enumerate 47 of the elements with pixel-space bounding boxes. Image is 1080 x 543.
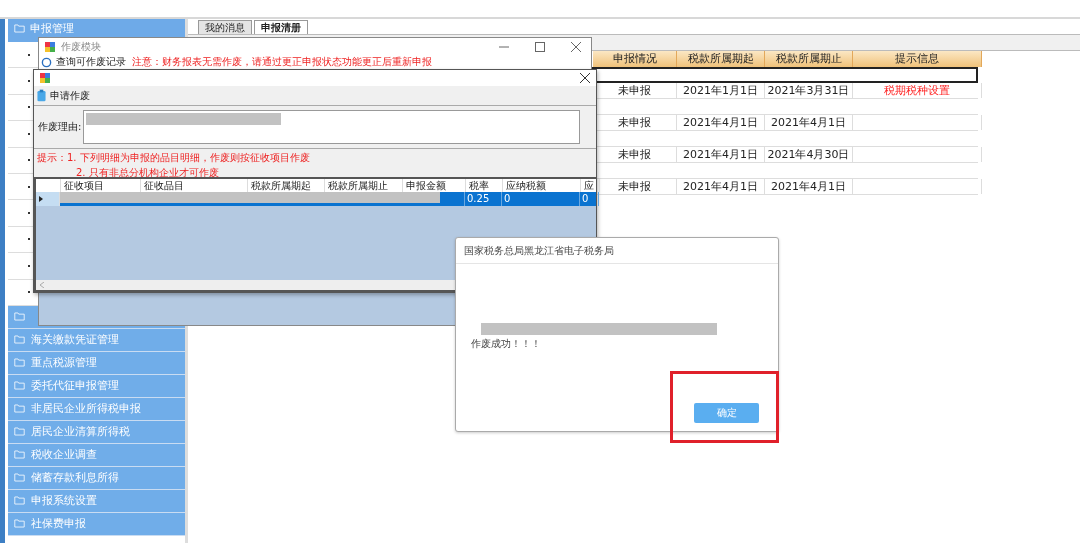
folder-icon xyxy=(14,404,25,414)
table-cell: 2021年4月1日 xyxy=(765,179,853,194)
tab[interactable]: 申报清册 xyxy=(254,20,308,34)
table-cell: 2021年4月1日 xyxy=(677,179,765,194)
folder-icon xyxy=(14,381,25,391)
table-cell: 0 xyxy=(502,192,580,206)
row-marker-icon xyxy=(39,196,43,202)
table-cell: 2021年4月1日 xyxy=(677,115,765,130)
settings-link[interactable]: 税期税种设置 xyxy=(884,84,950,97)
folder-icon xyxy=(14,335,25,345)
apply-button[interactable]: 申请作废 xyxy=(50,88,90,103)
folder-icon xyxy=(14,450,25,460)
column-header[interactable]: 申报情况 xyxy=(593,51,677,67)
table-cell: 2021年4月1日 xyxy=(677,147,765,162)
table-cell: 2021年1月1日 xyxy=(677,83,765,98)
column-header[interactable]: 税款所属期起 xyxy=(677,51,765,67)
folder-icon xyxy=(14,519,25,529)
column-header[interactable]: 税款所属期止 xyxy=(765,51,853,67)
table-cell: 2021年4月30日 xyxy=(765,147,853,162)
hint-text: 2. 只有非总分机构企业才可作废 xyxy=(75,166,220,180)
folder-icon xyxy=(14,358,25,368)
hint-label: 提示： xyxy=(37,151,67,165)
grid-row[interactable]: 0.25 0 0 xyxy=(36,192,596,206)
app-icon xyxy=(45,41,55,52)
clipboard-icon xyxy=(37,89,46,102)
table-cell: 0 xyxy=(580,192,599,206)
dialog-title: 国家税务总局黑龙江省电子税务局 xyxy=(456,238,778,264)
column-header[interactable]: 提示信息 xyxy=(853,51,982,67)
table-cell: 2021年4月1日 xyxy=(765,115,853,130)
folder-icon xyxy=(14,24,25,33)
window-title: 作废模块 xyxy=(61,39,102,54)
search-icon xyxy=(41,56,52,68)
notice-text: 注意：财务报表无需作废，请通过更正申报状态功能更正后重新申报 xyxy=(132,55,432,69)
reason-label: 作废理由: xyxy=(38,120,82,134)
reason-field[interactable] xyxy=(83,110,581,144)
app-icon xyxy=(40,73,50,83)
folder-icon xyxy=(14,312,25,322)
table-cell: 0.25 xyxy=(465,192,502,206)
folder-icon xyxy=(14,427,25,437)
close-icon[interactable] xyxy=(580,73,590,83)
folder-icon xyxy=(14,496,25,506)
folder-icon xyxy=(14,473,25,483)
hint-text: 1. 下列明细为申报的品目明细，作废则按征收项目作废 xyxy=(67,151,310,165)
table-cell: 2021年3月31日 xyxy=(765,83,853,98)
query-button[interactable]: 查询可作废记录 xyxy=(56,55,126,69)
tab[interactable]: 我的消息 xyxy=(198,20,252,34)
message-text: 作废成功！！！ xyxy=(471,338,541,349)
